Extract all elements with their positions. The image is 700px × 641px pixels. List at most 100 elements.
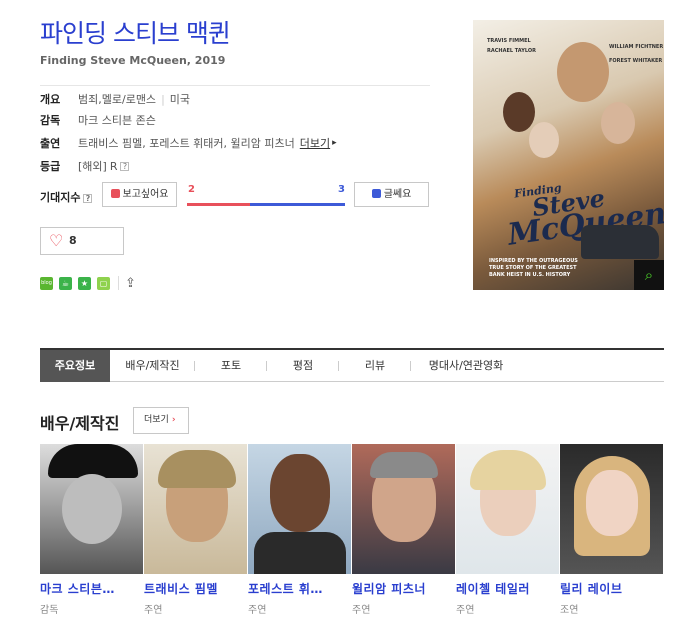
more-label: 더보기 — [144, 415, 169, 425]
poster-face-1 — [557, 42, 609, 102]
country-link[interactable]: 미국 — [170, 91, 190, 107]
poster-names-right: WILLIAM FICHTNER — [609, 44, 663, 50]
rating-value[interactable]: R — [110, 160, 118, 173]
person-role: 주연 — [456, 605, 475, 616]
expect-label-text: 기대지수 — [40, 191, 81, 204]
info-row-rating: 등급 [해외] R ? — [40, 154, 430, 177]
cast-more-link[interactable]: 더보기 — [300, 135, 330, 151]
rating-help-icon[interactable]: ? — [120, 161, 130, 171]
person-name[interactable]: 마크 스티븐… — [40, 580, 144, 597]
not-sure-button[interactable]: 글쎄요 — [354, 182, 429, 207]
rating-region: [해외] — [78, 160, 107, 173]
poster-face-3 — [601, 102, 635, 144]
director-link[interactable]: 마크 스티븐 존슨 — [78, 112, 156, 128]
cast-card[interactable]: 릴리 레이브 조연 — [560, 444, 664, 616]
thumbs-down-icon — [371, 189, 381, 198]
person-role: 감독 — [40, 605, 59, 616]
share-icon[interactable]: ⇪ — [125, 276, 136, 291]
share-divider — [118, 276, 119, 290]
poster-names-left2: RACHAEL TAYLOR — [487, 48, 536, 54]
person-photo[interactable] — [248, 444, 351, 574]
cafe-icon[interactable]: ☕ — [59, 276, 72, 290]
expect-help-icon[interactable]: ? — [83, 194, 93, 203]
cast-card[interactable]: 레이첼 테일러 주연 — [456, 444, 560, 616]
expectation-index: 기대지수? 보고싶어요 2 3 글쎄요 — [40, 182, 430, 209]
tab-label-3: 평점 — [292, 359, 314, 372]
director-label: 감독 — [40, 114, 61, 127]
poster-face-4 — [529, 122, 559, 158]
tab-photo[interactable]: 포토 — [195, 350, 267, 382]
cast-label: 출연 — [40, 137, 61, 150]
chevron-right-icon: › — [171, 415, 176, 425]
info-separator: | — [161, 92, 165, 106]
heart-icon: ♡ — [49, 231, 64, 250]
genre-link-1[interactable]: 범죄 — [78, 91, 98, 107]
person-name[interactable]: 윌리암 피츠너 — [352, 580, 456, 597]
poster-name-2: RACHAEL TAYLOR — [487, 48, 536, 54]
memo-icon[interactable]: ▢ — [97, 276, 110, 290]
poster-tagline: INSPIRED BY THE OUTRAGEOUS TRUE STORY OF… — [489, 258, 578, 278]
cast-card[interactable]: 마크 스티븐… 감독 — [40, 444, 144, 616]
tab-label-2: 포토 — [220, 359, 242, 372]
person-role: 주연 — [352, 605, 371, 616]
want-to-see-button[interactable]: 보고싶어요 — [102, 182, 177, 207]
detail-tabs: 주요정보 배우/제작진 포토 평점 리뷰 명대사/연관영화 — [40, 348, 664, 382]
genre-label: 개요 — [40, 93, 61, 106]
movie-subtitle: Finding Steve McQueen, 2019 — [40, 54, 226, 67]
cast-card[interactable]: 포레스트 휘… 주연 — [248, 444, 352, 616]
cast-crew-more-button[interactable]: 더보기 › — [133, 407, 189, 434]
person-photo[interactable] — [456, 444, 559, 574]
blog-icon[interactable]: blog — [40, 276, 53, 290]
info-row-genre: 개요 범죄, 멜로/로맨스 | 미국 — [40, 85, 430, 108]
person-role: 주연 — [248, 605, 267, 616]
tab-rating[interactable]: 평점 — [267, 350, 339, 382]
bad-label: 글쎄요 — [383, 189, 412, 200]
poster-name-4: FOREST WHITAKER — [609, 58, 663, 64]
genre-link-2[interactable]: 멜로/로맨스 — [102, 91, 156, 107]
tab-main-info[interactable]: 주요정보 — [40, 350, 110, 382]
tab-quotes-related[interactable]: 명대사/연관영화 — [411, 350, 521, 382]
tab-label-5: 명대사/연관영화 — [428, 359, 504, 372]
poster-car — [581, 225, 659, 259]
cast-list: 마크 스티븐… 감독 트래비스 핌멜 주연 포레스트 휘… 주연 윌리암 피츠너… — [40, 444, 664, 616]
person-name[interactable]: 릴리 레이브 — [560, 580, 664, 597]
want-count: 2 — [188, 184, 195, 195]
person-name[interactable]: 레이첼 테일러 — [456, 580, 560, 597]
expect-label: 기대지수? — [40, 189, 93, 205]
person-name[interactable]: 포레스트 휘… — [248, 580, 352, 597]
person-photo[interactable] — [144, 444, 247, 574]
poster-names-left: TRAVIS FIMMEL — [487, 38, 531, 44]
expectation-bar — [187, 203, 345, 206]
poster-face-2 — [503, 92, 535, 132]
poster-name-3: WILLIAM FICHTNER — [609, 44, 664, 50]
chevron-right-icon: ▸ — [332, 138, 337, 148]
person-photo[interactable] — [352, 444, 455, 574]
info-row-director: 감독 마크 스티븐 존슨 — [40, 108, 430, 131]
cast-links[interactable]: 트래비스 핌멜, 포레스트 휘태커, 윌리암 피츠너 — [78, 135, 295, 151]
expectation-bar-want-fill — [187, 203, 251, 206]
poster-name-1: TRAVIS FIMMEL — [487, 38, 531, 44]
share-row: blog ☕ ★ ▢ ⇪ — [40, 275, 136, 291]
tab-label-0: 주요정보 — [54, 359, 96, 372]
like-count: 8 — [69, 234, 77, 247]
tab-review[interactable]: 리뷰 — [339, 350, 411, 382]
zoom-icon[interactable]: ⌕ — [634, 260, 664, 290]
person-role: 주연 — [144, 605, 163, 616]
bookmark-icon[interactable]: ★ — [78, 276, 91, 290]
like-button[interactable]: ♡ 8 — [40, 227, 124, 255]
rating-label: 등급 — [40, 160, 61, 173]
tab-label-1: 배우/제작진 — [125, 359, 180, 372]
movie-poster[interactable]: TRAVIS FIMMEL RACHAEL TAYLOR WILLIAM FIC… — [473, 20, 664, 290]
tab-cast-crew[interactable]: 배우/제작진 — [110, 350, 195, 382]
person-role: 조연 — [560, 605, 579, 616]
person-name[interactable]: 트래비스 핌멜 — [144, 580, 248, 597]
bad-count: 3 — [338, 184, 345, 195]
poster-names-right2: FOREST WHITAKER — [609, 58, 662, 64]
person-photo[interactable] — [560, 444, 663, 574]
person-photo[interactable] — [40, 444, 143, 574]
movie-title: 파인딩 스티브 맥퀸 — [40, 19, 231, 48]
want-label: 보고싶어요 — [122, 189, 169, 200]
cast-crew-heading: 배우/제작진 — [40, 414, 120, 433]
cast-card[interactable]: 윌리암 피츠너 주연 — [352, 444, 456, 616]
cast-card[interactable]: 트래비스 핌멜 주연 — [144, 444, 248, 616]
